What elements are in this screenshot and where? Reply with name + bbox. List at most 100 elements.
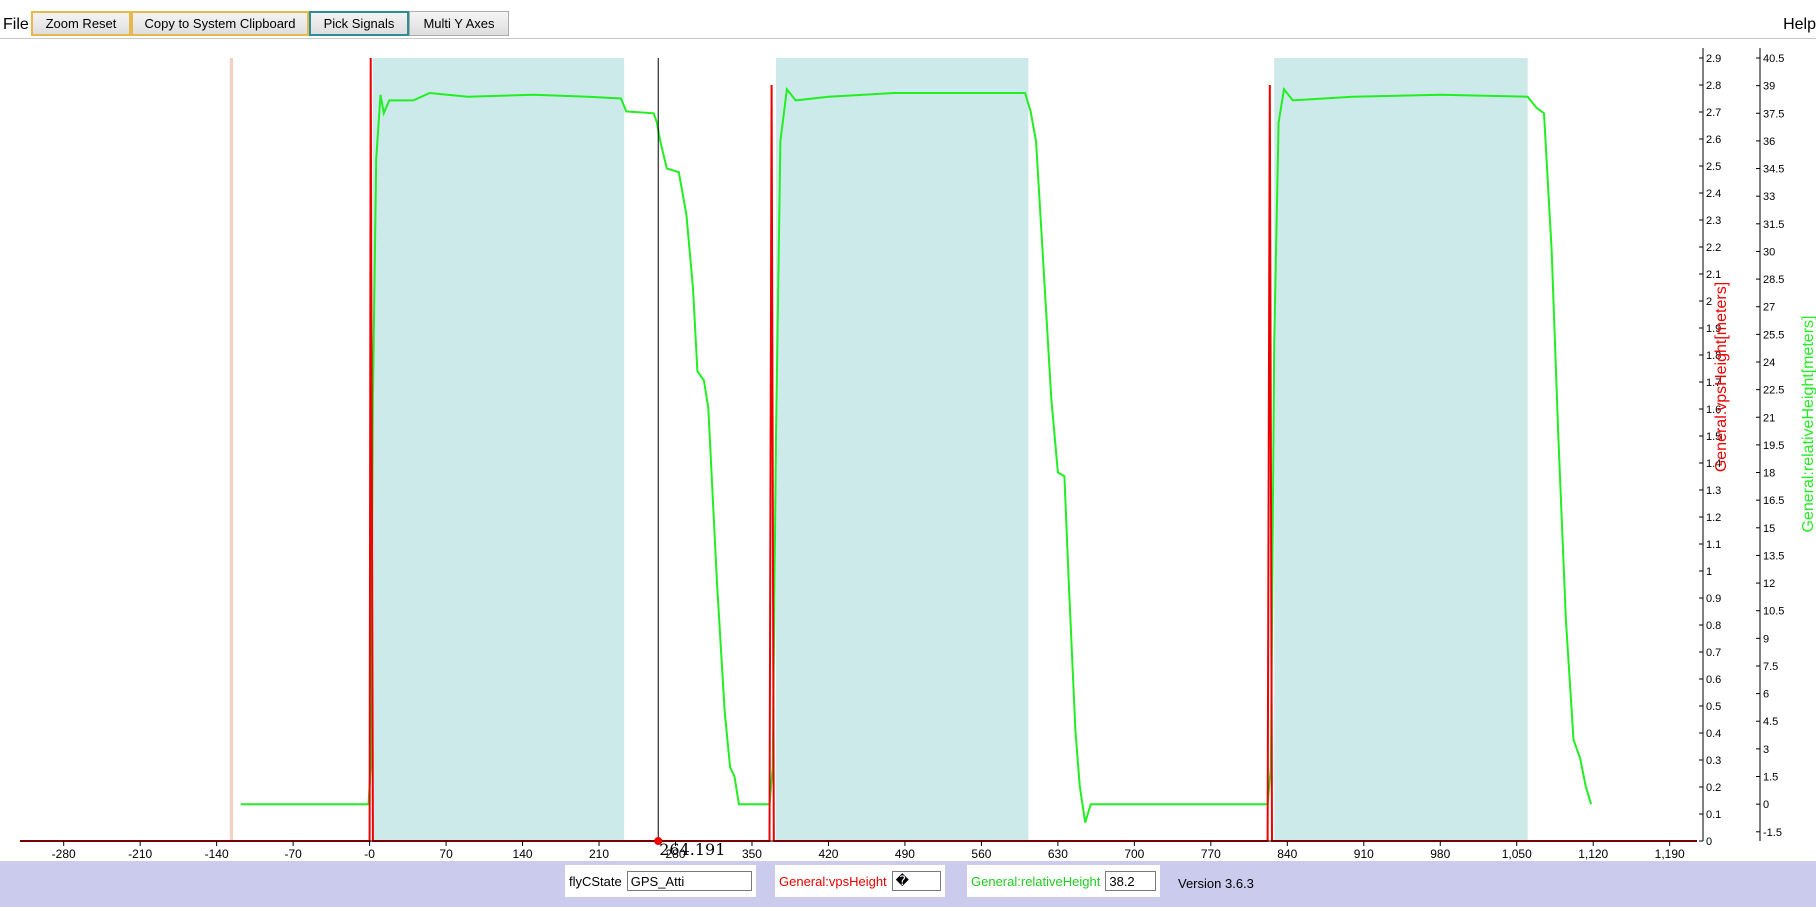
signal-plot[interactable]: -280 -210 -140 -70 -0 70 140 210 280 350 420 490 560…: [0, 40, 1816, 860]
plot-shading: [229, 58, 1528, 841]
vps-height-label: General:vpsHeight: [779, 873, 887, 889]
left-y-tick-label: 2.9: [1706, 53, 1721, 65]
left-axis-title: General:vpsHeight[meters]: [1713, 282, 1730, 472]
x-tick-label: -0: [364, 847, 375, 860]
flyc-state-label: flyCState: [569, 873, 622, 889]
version-label: Version 3.6.3: [1178, 876, 1254, 891]
right-y-tick-label: 21: [1763, 412, 1775, 424]
right-y-tick-label: 1.5: [1763, 772, 1778, 784]
right-y-tick-label: 39: [1763, 81, 1775, 93]
x-tick-label: 350: [742, 847, 762, 860]
left-y-tick-label: 0.5: [1706, 701, 1721, 713]
relative-height-label: General:relativeHeight: [971, 873, 1101, 889]
multi-y-axes-button[interactable]: Multi Y Axes: [409, 11, 509, 36]
right-y-tick-label: 18: [1763, 468, 1775, 480]
x-tick-label: 70: [439, 847, 453, 860]
right-y-tick-label: 33: [1763, 191, 1775, 203]
right-y-tick-label: 3: [1763, 744, 1769, 756]
right-y-tick-label: 27: [1763, 302, 1775, 314]
x-tick-label: 910: [1354, 847, 1374, 860]
x-tick-label: 1,190: [1655, 847, 1685, 860]
right-y-tick-label: 12: [1763, 578, 1775, 590]
x-tick-label: -70: [284, 847, 302, 860]
x-tick-label: 490: [895, 847, 915, 860]
right-y-tick-label: 24: [1763, 357, 1775, 369]
left-y-tick-label: 0.7: [1706, 647, 1721, 659]
left-y-tick-label: 2.4: [1706, 188, 1721, 200]
x-tick-label: 420: [818, 847, 838, 860]
flight-region-1: [776, 58, 1029, 841]
pick-signals-button[interactable]: Pick Signals: [309, 11, 409, 36]
left-y-tick-label: 0.9: [1706, 593, 1721, 605]
right-y-tick-label: 9: [1763, 633, 1769, 645]
x-tick-label: 140: [513, 847, 533, 860]
right-y-tick-label: 7.5: [1763, 661, 1778, 673]
cursor[interactable]: 264.191: [654, 58, 725, 859]
x-tick-label: -140: [205, 847, 229, 860]
x-tick-label: 210: [589, 847, 609, 860]
left-y-tick-label: 0.4: [1706, 728, 1721, 740]
x-tick-label: 840: [1277, 847, 1297, 860]
x-tick-label: 770: [1201, 847, 1221, 860]
left-y-tick-label: 1.3: [1706, 485, 1721, 497]
left-y-tick-label: 1.1: [1706, 539, 1721, 551]
x-tick-label: 980: [1430, 847, 1450, 860]
x-tick-label: 700: [1124, 847, 1144, 860]
x-tick-label: 1,050: [1502, 847, 1532, 860]
right-y-tick-label: 4.5: [1763, 716, 1778, 728]
flyc-state-box: flyCState GPS_Atti: [565, 865, 756, 897]
right-y-tick-label: 34.5: [1763, 164, 1784, 176]
vps-height-field[interactable]: �: [891, 871, 941, 891]
right-y-tick-label: 10.5: [1763, 606, 1784, 618]
left-y-tick-label: 0.3: [1706, 755, 1721, 767]
right-y-tick-label: 22.5: [1763, 385, 1784, 397]
cursor-readout: 264.191: [659, 840, 725, 859]
flyc-state-field[interactable]: GPS_Atti: [626, 871, 752, 891]
x-tick-label: 1,120: [1578, 847, 1608, 860]
left-y-tick-label: 2.7: [1706, 107, 1721, 119]
flight-region-2: [1274, 58, 1528, 841]
vps-height-box: General:vpsHeight �: [775, 865, 945, 897]
right-y-tick-label: 13.5: [1763, 550, 1784, 562]
right-y-tick-label: 28.5: [1763, 274, 1784, 286]
menu-bar: File Zoom Reset Copy to System Clipboard…: [0, 0, 1816, 39]
relative-height-field[interactable]: 38.2: [1105, 871, 1156, 891]
x-tick-label: -210: [128, 847, 152, 860]
right-y-tick-label: 15: [1763, 523, 1775, 535]
right-y-tick-label: 6: [1763, 689, 1769, 701]
event-marker-0: [229, 58, 234, 841]
flight-region-0: [372, 58, 625, 841]
left-y-tick-label: 2.6: [1706, 134, 1721, 146]
left-y-tick-label: 2.1: [1706, 269, 1721, 281]
file-menu[interactable]: File: [3, 16, 29, 34]
left-y-tick-label: 2.5: [1706, 161, 1721, 173]
left-y-tick-label: 2.8: [1706, 80, 1721, 92]
left-y-tick-label: 2.3: [1706, 215, 1721, 227]
right-axis-title: General:relativeHeight[meters]: [1800, 316, 1816, 533]
left-y-tick-label: 1.2: [1706, 512, 1721, 524]
left-y-tick-label: 0: [1706, 836, 1712, 848]
left-y-tick-label: 0.8: [1706, 620, 1721, 632]
zoom-reset-button[interactable]: Zoom Reset: [31, 11, 131, 36]
left-y-tick-label: 2: [1706, 296, 1712, 308]
right-y-tick-label: 25.5: [1763, 329, 1784, 341]
left-y-tick-label: 0.6: [1706, 674, 1721, 686]
left-y-tick-label: 1: [1706, 566, 1712, 578]
right-y-tick-label: 19.5: [1763, 440, 1784, 452]
right-y-tick-label: 0: [1763, 799, 1769, 811]
left-y-tick-label: 2.2: [1706, 242, 1721, 254]
help-menu[interactable]: Help: [1783, 16, 1816, 34]
right-y-tick-label: -1.5: [1763, 827, 1782, 839]
right-y-tick-label: 40.5: [1763, 53, 1784, 65]
right-y-tick-label: 31.5: [1763, 219, 1784, 231]
right-y-tick-label: 30: [1763, 246, 1775, 258]
right-y-tick-label: 36: [1763, 136, 1775, 148]
status-bar: flyCState GPS_Atti General:vpsHeight � G…: [0, 861, 1816, 907]
right-y-tick-label: 16.5: [1763, 495, 1784, 507]
copy-clipboard-button[interactable]: Copy to System Clipboard: [131, 11, 309, 36]
left-y-tick-label: 0.1: [1706, 809, 1721, 821]
right-y-tick-label: 37.5: [1763, 108, 1784, 120]
x-tick-label: -280: [52, 847, 76, 860]
left-y-tick-label: 0.2: [1706, 782, 1721, 794]
relative-height-box: General:relativeHeight 38.2: [967, 865, 1160, 897]
